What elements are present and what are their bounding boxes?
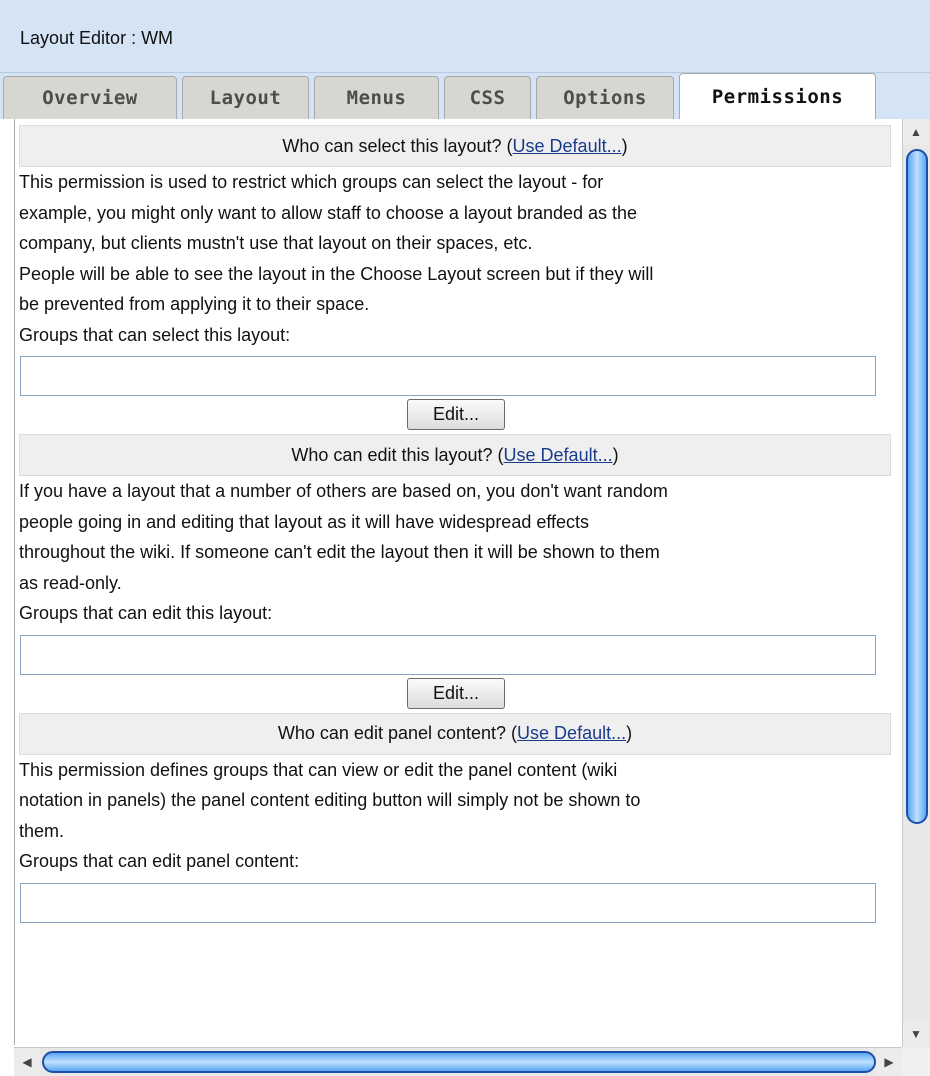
panel-use-default-link[interactable]: Use Default...: [517, 723, 626, 744]
scroll-down-arrow-icon[interactable]: ▼: [903, 1021, 929, 1047]
edit-groups-edit-button[interactable]: Edit...: [407, 677, 505, 709]
description-line: This permission defines groups that can …: [19, 759, 618, 780]
select-groups-label: Groups that can select this layout:: [19, 324, 291, 345]
vertical-scroll-thumb[interactable]: [906, 149, 928, 824]
tab-bar: Overview Layout Menus CSS Options Permis…: [0, 73, 930, 119]
edit-groups-field[interactable]: [20, 634, 876, 675]
description-line: example, you might only want to allow st…: [19, 202, 638, 223]
window-title: Layout Editor : WM: [20, 28, 174, 48]
description-line: as read-only.: [19, 572, 122, 593]
edit-groups-label: Groups that can edit this layout:: [19, 603, 273, 623]
scroll-right-arrow-icon[interactable]: ▶: [876, 1049, 902, 1075]
tab-layout[interactable]: Layout: [182, 76, 309, 119]
vertical-scrollbar[interactable]: ▲ ▼: [902, 119, 930, 1047]
panel-groups-label: Groups that can edit panel content:: [19, 851, 300, 871]
edit-permission-header: Who can edit this layout? (Use Default..…: [19, 434, 891, 476]
scroll-up-arrow-icon[interactable]: ▲: [903, 119, 929, 145]
panel-permission-title-end: ): [626, 723, 633, 743]
description-line: If you have a layout that a number of ot…: [19, 481, 668, 501]
select-groups-edit-button[interactable]: Edit...: [407, 399, 505, 430]
description-line: be prevented from applying it to their s…: [19, 294, 370, 314]
description-line: throughout the wiki. If someone can't ed…: [19, 542, 660, 562]
panel-content-permission-header: Who can edit panel content? (Use Default…: [19, 712, 891, 755]
horizontal-scrollbar[interactable]: ◀ ▶: [14, 1047, 902, 1076]
scrollbar-corner: [902, 1047, 930, 1076]
description-line: people going in and editing that layout …: [19, 511, 590, 532]
permissions-panel: Who can select this layout? (Use Default…: [14, 119, 903, 1045]
select-permission-header: Who can select this layout? (Use Default…: [19, 125, 891, 167]
tab-overview[interactable]: Overview: [3, 76, 177, 119]
tab-css[interactable]: CSS: [444, 76, 531, 119]
panel-permission-title: Who can edit panel content? (: [277, 723, 518, 743]
description-line: People will be able to see the layout in…: [19, 263, 654, 284]
select-use-default-link[interactable]: Use Default...: [513, 136, 622, 157]
description-line: company, but clients mustn't use that la…: [19, 233, 533, 253]
select-permission-title: Who can select this layout? (: [282, 135, 513, 156]
description-line: This permission is used to restrict whic…: [19, 172, 604, 192]
edit-permission-title-end: ): [612, 444, 619, 465]
horizontal-scroll-thumb[interactable]: [42, 1051, 876, 1073]
edit-use-default-link[interactable]: Use Default...: [504, 445, 613, 466]
edit-permission-description: If you have a layout that a number of ot…: [19, 476, 899, 598]
title-bar: Layout Editor : WM: [0, 0, 930, 73]
panel-permission-description: This permission defines groups that can …: [19, 755, 899, 847]
panel-groups-field[interactable]: [20, 882, 876, 923]
select-groups-field[interactable]: [20, 356, 876, 396]
select-permission-description: This permission is used to restrict whic…: [19, 167, 899, 320]
edit-permission-title: Who can edit this layout? (: [291, 444, 504, 465]
select-permission-title-end: ): [621, 135, 628, 156]
tab-menus[interactable]: Menus: [314, 76, 439, 119]
scroll-left-arrow-icon[interactable]: ◀: [14, 1049, 40, 1075]
description-line: them.: [19, 820, 65, 841]
tab-options[interactable]: Options: [536, 76, 674, 119]
description-line: notation in panels) the panel content ed…: [19, 790, 641, 810]
tab-permissions[interactable]: Permissions: [679, 73, 876, 119]
